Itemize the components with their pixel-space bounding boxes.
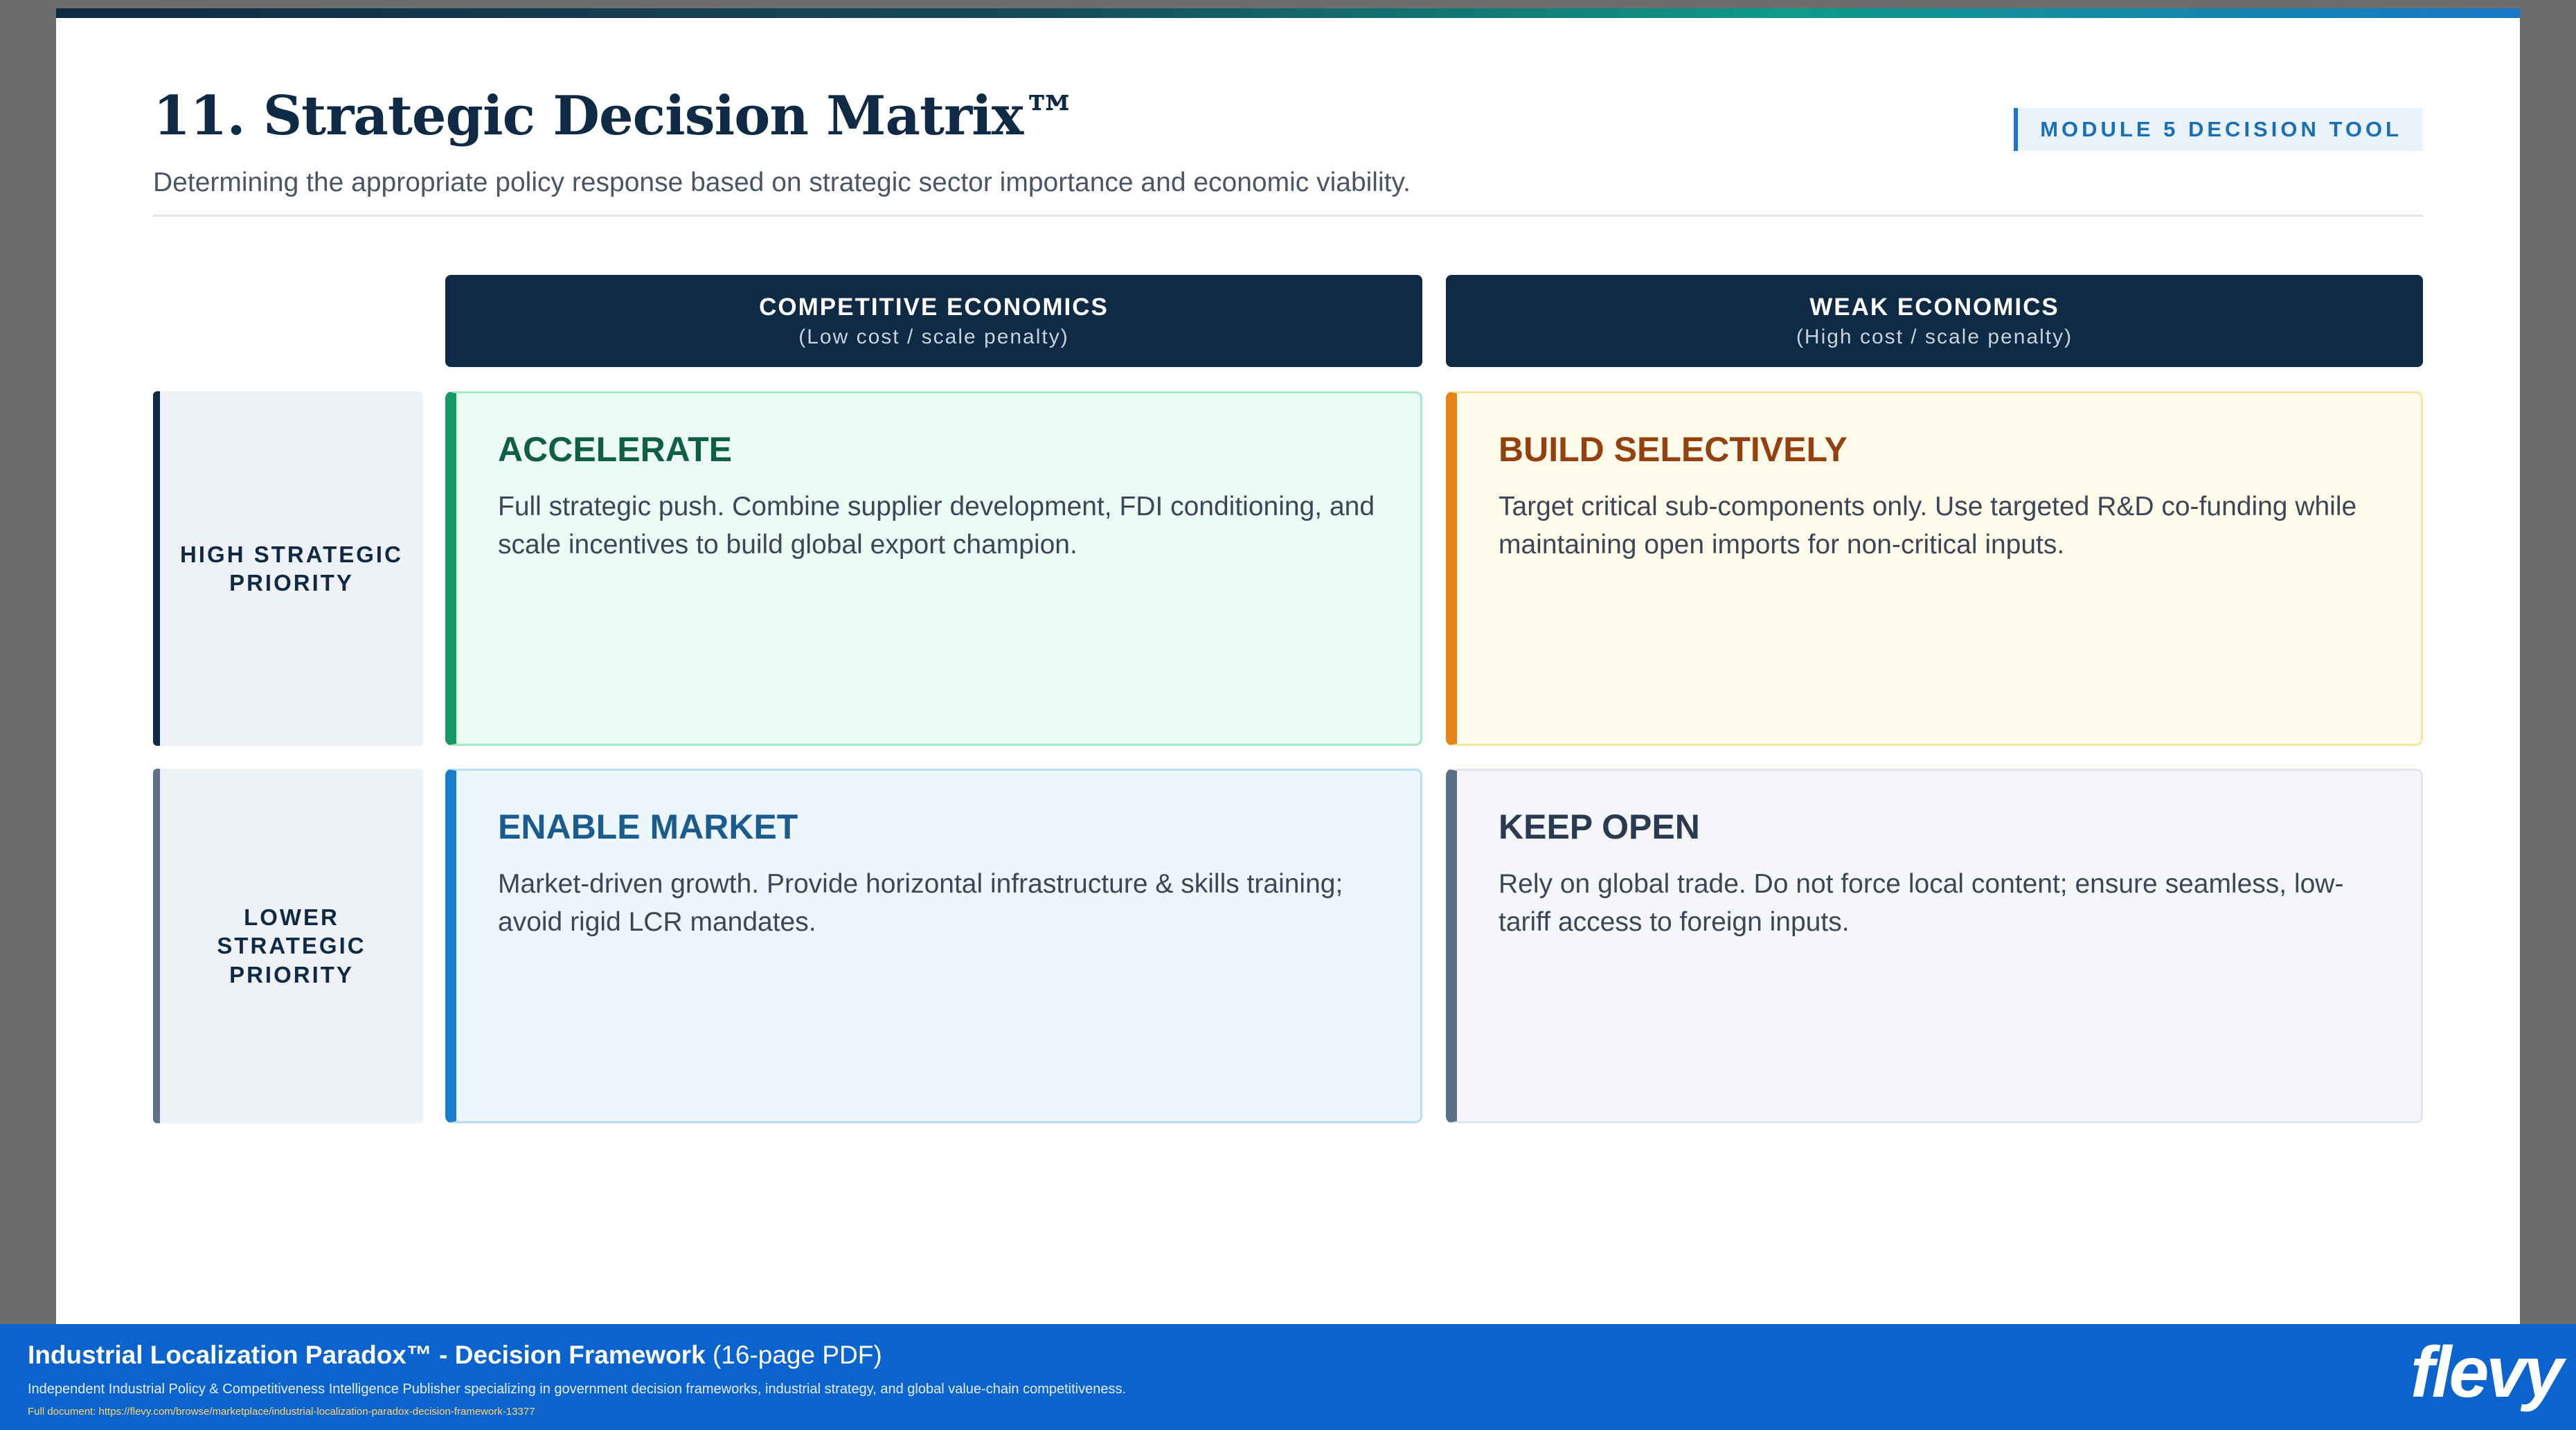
module-badge: MODULE 5 DECISION TOOL: [2014, 108, 2423, 151]
column-header-title: WEAK ECONOMICS: [1809, 293, 2059, 321]
page-subtitle: Determining the appropriate policy respo…: [153, 168, 1411, 197]
quadrant-accelerate: ACCELERATE Full strategic push. Combine …: [445, 391, 1422, 746]
column-header-subtitle: (High cost / scale penalty): [1796, 325, 2073, 348]
top-accent-bar: [56, 8, 2520, 18]
footer-banner: Industrial Localization Paradox™ - Decis…: [0, 1324, 2576, 1430]
row-label-lower-priority: LOWER STRATEGIC PRIORITY: [153, 769, 423, 1123]
header-divider: [153, 215, 2423, 217]
footer-title-suffix: (16-page PDF): [712, 1341, 882, 1369]
column-header-weak: WEAK ECONOMICS (High cost / scale penalt…: [1446, 275, 2423, 367]
quadrant-title: BUILD SELECTIVELY: [1499, 430, 1848, 469]
quadrant-build-selectively: BUILD SELECTIVELY Target critical sub-co…: [1446, 391, 2423, 746]
quadrant-body: Target critical sub-components only. Use…: [1499, 492, 2357, 560]
slide: 11. Strategic Decision Matrix™ Determini…: [56, 8, 2520, 1324]
footer-document-link[interactable]: Full document: https://flevy.com/browse/…: [28, 1406, 535, 1418]
flevy-logo[interactable]: flevy: [2410, 1337, 2564, 1409]
quadrant-body: Full strategic push. Combine supplier de…: [498, 492, 1375, 560]
quadrant-title: ENABLE MARKET: [498, 807, 798, 846]
column-header-title: COMPETITIVE ECONOMICS: [759, 293, 1109, 321]
column-header-subtitle: (Low cost / scale penalty): [798, 325, 1069, 348]
row-label-high-priority: HIGH STRATEGIC PRIORITY: [153, 391, 423, 746]
page-title: 11. Strategic Decision Matrix™: [153, 84, 1077, 148]
quadrant-body: Market-driven growth. Provide horizontal…: [498, 869, 1343, 938]
quadrant-enable-market: ENABLE MARKET Market-driven growth. Prov…: [445, 769, 1422, 1123]
quadrant-title: ACCELERATE: [498, 430, 732, 469]
footer-title-main: Industrial Localization Paradox™ - Decis…: [28, 1341, 706, 1369]
column-header-competitive: COMPETITIVE ECONOMICS (Low cost / scale …: [445, 275, 1422, 367]
quadrant-keep-open: KEEP OPEN Rely on global trade. Do not f…: [1446, 769, 2423, 1123]
footer-title[interactable]: Industrial Localization Paradox™ - Decis…: [28, 1341, 882, 1370]
footer-description: Independent Industrial Policy & Competit…: [28, 1382, 1127, 1397]
quadrant-body: Rely on global trade. Do not force local…: [1499, 869, 2344, 938]
quadrant-title: KEEP OPEN: [1499, 807, 1700, 846]
